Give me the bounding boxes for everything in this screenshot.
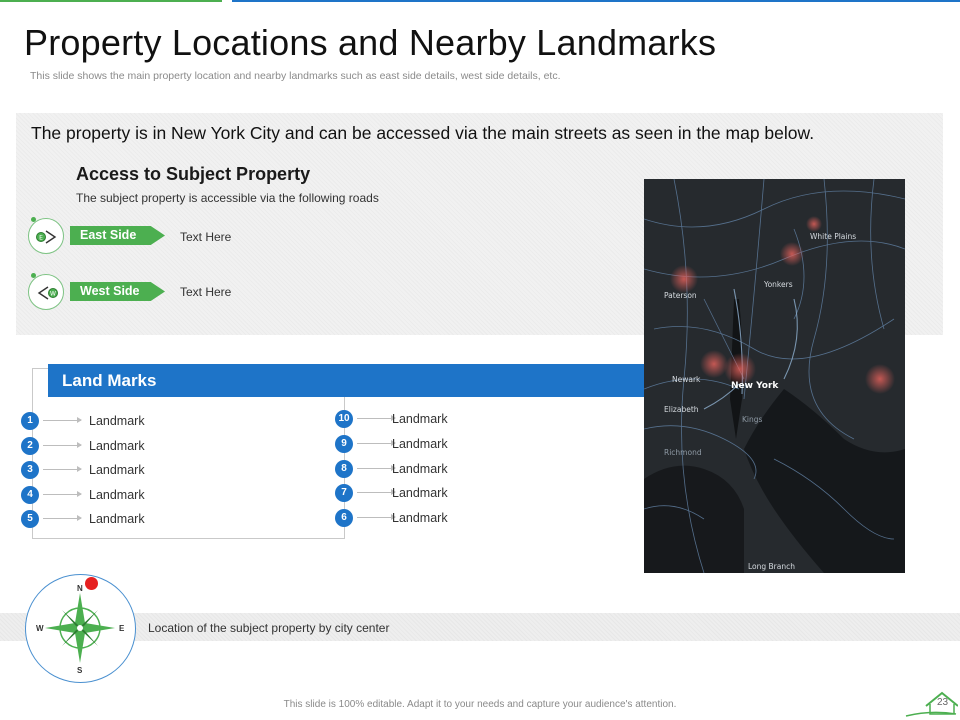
city-map-image: White Plains Paterson Yonkers Newark New… <box>644 179 905 573</box>
access-title: Access to Subject Property <box>76 164 311 184</box>
landmark-label: Landmark <box>392 412 448 426</box>
svg-text:E: E <box>39 235 43 242</box>
map-label: New York <box>731 381 779 391</box>
arrow-right-icon <box>43 491 82 497</box>
landmark-label: Landmark <box>392 437 448 451</box>
map-label: Long Branch <box>748 562 795 571</box>
landmark-number: 5 <box>21 510 39 528</box>
page-subtitle: This slide shows the main property locat… <box>30 70 561 82</box>
map-label: Elizabeth <box>664 405 699 414</box>
arrow-right-icon <box>357 514 396 520</box>
arrow-right-icon <box>357 489 396 495</box>
landmark-number: 9 <box>335 435 353 453</box>
compass-north: N <box>77 584 83 593</box>
location-caption: Location of the subject property by city… <box>148 621 390 635</box>
map-label: White Plains <box>810 232 856 241</box>
arrow-right-icon <box>43 417 82 423</box>
landmark-label: Landmark <box>89 488 145 502</box>
compass-west: W <box>36 624 44 633</box>
landmark-number: 1 <box>21 412 39 430</box>
landmark-label: Landmark <box>392 486 448 500</box>
west-side-tag: West Side <box>70 282 165 301</box>
access-subtitle: The subject property is accessible via t… <box>76 191 379 205</box>
page-title: Property Locations and Nearby Landmarks <box>24 22 717 63</box>
east-side-tag: East Side <box>70 226 165 245</box>
home-icon <box>905 691 958 717</box>
landmark-label: Landmark <box>89 439 145 453</box>
landmark-number: 4 <box>21 486 39 504</box>
landmarks-title: Land Marks <box>62 371 157 390</box>
landmark-label: Landmark <box>89 414 145 428</box>
landmark-number: 6 <box>335 509 353 527</box>
map-label: Kings <box>742 415 763 424</box>
landmark-number: 8 <box>335 460 353 478</box>
map-label: Paterson <box>664 291 697 300</box>
footer-note: This slide is 100% editable. Adapt it to… <box>283 699 677 710</box>
east-side-text: Text Here <box>180 230 232 244</box>
west-side-text: Text Here <box>180 285 232 299</box>
landmark-label: Landmark <box>392 462 448 476</box>
svg-text:W: W <box>50 291 56 298</box>
compass-icon: N S E W <box>25 574 136 683</box>
arrow-right-icon <box>43 466 82 472</box>
top-accent-blue <box>232 0 960 2</box>
arrow-right-icon <box>43 442 82 448</box>
compass-south: S <box>77 666 83 675</box>
page-number: 23 <box>937 697 949 708</box>
location-strip <box>0 613 960 641</box>
compass-east: E <box>119 624 125 633</box>
map-label: Yonkers <box>763 280 793 289</box>
top-accent-green <box>0 0 222 2</box>
east-arrow-icon: E <box>28 217 64 254</box>
landmark-number: 3 <box>21 461 39 479</box>
location-marker-icon <box>85 577 98 590</box>
arrow-right-icon <box>357 465 396 471</box>
landmark-number: 10 <box>335 410 353 428</box>
arrow-right-icon <box>357 415 396 421</box>
west-arrow-icon: W <box>28 273 64 310</box>
landmark-number: 7 <box>335 484 353 502</box>
map-label: Newark <box>672 375 701 384</box>
landmark-label: Landmark <box>89 463 145 477</box>
landmark-number: 2 <box>21 437 39 455</box>
landmark-label: Landmark <box>392 511 448 525</box>
arrow-right-icon <box>43 515 82 521</box>
arrow-right-icon <box>357 440 396 446</box>
property-statement: The property is in New York City and can… <box>31 123 815 143</box>
landmark-label: Landmark <box>89 512 145 526</box>
map-label: Richmond <box>664 448 702 457</box>
